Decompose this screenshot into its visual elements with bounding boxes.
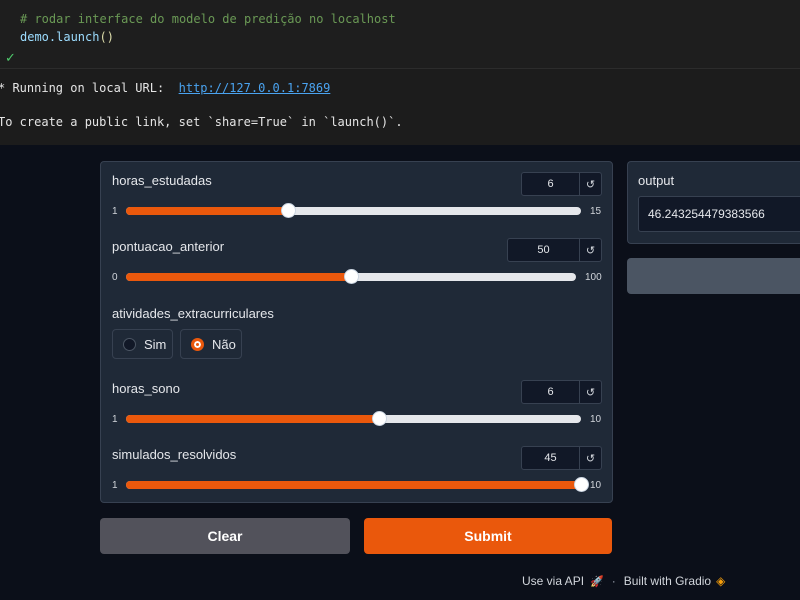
number-box-pontuacao-anterior: 50 ↺ <box>507 238 602 262</box>
use-via-api-link[interactable]: Use via API <box>522 574 584 588</box>
slider-max: 10 <box>590 414 602 425</box>
slider-fill <box>126 207 289 215</box>
slider-thumb[interactable] <box>281 203 297 218</box>
footer-separator: · <box>611 574 616 588</box>
slider-fill <box>126 481 581 489</box>
cell-output: * Running on local URL: http://127.0.0.1… <box>0 68 800 146</box>
code-cell[interactable]: # rodar interface do modelo de predição … <box>0 0 800 68</box>
slider-thumb[interactable] <box>371 411 387 426</box>
clear-button[interactable]: Clear <box>100 518 350 554</box>
slider-horas-estudadas[interactable] <box>126 203 581 218</box>
field-label-simulados-resolvidos: simulados_resolvidos <box>112 447 237 462</box>
reset-button[interactable]: ↺ <box>579 239 601 261</box>
number-box-horas-sono: 6 ↺ <box>521 380 602 404</box>
slider-min: 1 <box>112 414 118 425</box>
flag-button[interactable] <box>627 258 800 294</box>
field-label-atividades-extracurriculares: atividades_extracurriculares <box>112 306 274 321</box>
slider-min: 1 <box>112 206 118 217</box>
reset-button[interactable]: ↺ <box>579 173 601 195</box>
slider-horas-sono[interactable] <box>126 411 581 426</box>
slider-max: 10 <box>590 480 602 491</box>
gradio-logo-icon: ◈ <box>716 574 726 588</box>
field-label-horas-sono: horas_sono <box>112 381 180 396</box>
slider-fill <box>126 415 379 423</box>
output-panel: output 46.243254479383566 <box>627 161 800 244</box>
number-input-pontuacao-anterior[interactable]: 50 <box>508 239 579 261</box>
slider-simulados-resolvidos[interactable] <box>126 477 589 492</box>
check-icon: ✓ <box>5 50 16 65</box>
reset-button[interactable]: ↺ <box>579 447 601 469</box>
slider-fill <box>126 273 351 281</box>
radio-option-nao[interactable]: Não <box>180 329 242 359</box>
code-parens: () <box>99 30 114 44</box>
radio-label-nao: Não <box>212 336 236 352</box>
output-label: output <box>638 173 675 188</box>
output-textbox[interactable]: 46.243254479383566 <box>638 196 800 232</box>
field-label-horas-estudadas: horas_estudadas <box>112 173 212 188</box>
number-input-simulados-resolvidos[interactable]: 45 <box>522 447 579 469</box>
slider-min: 1 <box>112 480 118 491</box>
slider-max: 100 <box>585 272 602 283</box>
output-url-line: * Running on local URL: http://127.0.0.1… <box>0 81 330 95</box>
slider-max: 15 <box>590 206 602 217</box>
built-with-gradio-link[interactable]: Built with Gradio <box>624 574 711 588</box>
output-url-prefix: * Running on local URL: <box>0 81 179 95</box>
output-share-note: To create a public link, set `share=True… <box>0 115 403 129</box>
radio-option-sim[interactable]: Sim <box>112 329 173 359</box>
slider-min: 0 <box>112 272 118 283</box>
slider-pontuacao-anterior[interactable] <box>126 269 576 284</box>
inputs-panel: horas_estudadas 6 ↺ 1 15 pontuacao_anter… <box>100 161 613 503</box>
slider-thumb[interactable] <box>344 269 359 284</box>
radio-checked-icon <box>191 337 204 351</box>
number-box-simulados-resolvidos: 45 ↺ <box>521 446 602 470</box>
code-statement: demo.launch() <box>20 30 114 44</box>
number-input-horas-sono[interactable]: 6 <box>522 381 579 403</box>
rocket-icon: 🚀 <box>590 575 604 588</box>
field-label-pontuacao-anterior: pontuacao_anterior <box>112 239 225 254</box>
code-call: demo.launch <box>20 30 100 44</box>
local-url-link[interactable]: http://127.0.0.1:7869 <box>179 81 331 95</box>
code-comment: # rodar interface do modelo de predição … <box>20 12 396 26</box>
number-input-horas-estudadas[interactable]: 6 <box>522 173 579 195</box>
reset-button[interactable]: ↺ <box>579 381 601 403</box>
number-box-horas-estudadas: 6 ↺ <box>521 172 602 196</box>
radio-unchecked-icon <box>123 337 136 351</box>
submit-button[interactable]: Submit <box>364 518 612 554</box>
footer: Use via API 🚀 · Built with Gradio ◈ <box>522 574 725 588</box>
slider-thumb[interactable] <box>574 477 589 492</box>
radio-label-sim: Sim <box>144 336 167 352</box>
